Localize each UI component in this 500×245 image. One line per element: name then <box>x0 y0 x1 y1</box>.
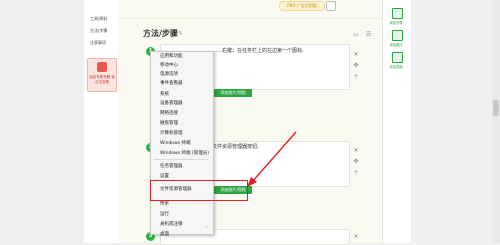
top-bar <box>118 0 382 19</box>
delete-icon[interactable]: ✕ <box>352 50 360 59</box>
highlight-box <box>150 180 248 201</box>
menu-item-mobility[interactable]: 移动中心 <box>160 62 178 68</box>
menu-item-task-manager[interactable]: 任务管理器 <box>160 163 183 169</box>
add-video-label: 添加视频 <box>389 65 403 69</box>
gift-icon <box>97 62 107 72</box>
menu-item-power[interactable]: 电源选项 <box>160 71 178 77</box>
video-icon <box>392 52 403 63</box>
add-image-side-button[interactable]: 添加图片 <box>385 30 407 50</box>
add-step-button[interactable]: 添加步骤 <box>385 8 407 28</box>
add-icon[interactable]: + <box>352 72 360 81</box>
menu-item-settings[interactable]: 设置 <box>160 173 169 179</box>
add-icon[interactable]: + <box>352 168 360 177</box>
scrollbar-thumb[interactable] <box>493 100 499 116</box>
menu-item-event-viewer[interactable]: 事件查看器 <box>160 80 183 86</box>
sidebar-link-notes[interactable]: 注意事项 <box>90 40 106 46</box>
add-step-label: 添加步骤 <box>389 21 403 25</box>
move-icon[interactable]: ✥ <box>352 61 360 70</box>
sidebar-link-tools[interactable]: 工具/原料 <box>90 16 107 22</box>
menu-item-computer-mgmt[interactable]: 计算机管理 <box>160 130 183 136</box>
menu-item-disk[interactable]: 磁盘管理 <box>160 120 178 126</box>
menu-item-desktop[interactable]: 桌面 <box>160 231 169 237</box>
move-icon[interactable]: ✥ <box>352 157 360 166</box>
submenu-arrow-icon: › <box>206 224 208 229</box>
image-icon <box>392 30 403 41</box>
menu-item-system[interactable]: 系统 <box>160 91 169 97</box>
window-icon[interactable] <box>326 1 336 11</box>
ad-pill[interactable]: PRO 广告位招租 <box>279 1 325 11</box>
add-image-label: 添加图片 <box>389 43 403 47</box>
delete-icon[interactable]: ✕ <box>352 146 360 155</box>
menu-item-terminal[interactable]: Windows 终端 <box>160 140 191 146</box>
annotation-arrow-icon <box>247 131 297 187</box>
menu-item-terminal-admin[interactable]: Windows 终端 (管理员) <box>160 150 209 156</box>
menu-item-shutdown[interactable]: 关机或注销 <box>160 221 183 227</box>
menu-item-network[interactable]: 网络连接 <box>160 110 178 116</box>
edit-icon[interactable]: ✎ <box>178 30 183 37</box>
menu-item-device-manager[interactable]: 设备管理器 <box>160 100 183 106</box>
menu-item-apps[interactable]: 应用和功能 <box>160 53 183 59</box>
add-video-button[interactable]: 添加视频 <box>385 52 407 72</box>
step-icon <box>392 8 403 19</box>
add-image-button[interactable]: 添加图片/视频 <box>214 89 252 97</box>
left-sidebar: 工具/原料 方法/步骤 注意事项 <box>84 0 119 243</box>
menu-item-run[interactable]: 运行 <box>160 211 169 217</box>
page-scrollbar[interactable] <box>492 0 500 243</box>
menu-separator <box>154 159 208 160</box>
section-title: 方法/步骤 <box>143 29 178 38</box>
promo-badge[interactable]: 百经专属专题 请点击查看 <box>87 58 117 92</box>
list-icon[interactable]: ▭ <box>353 31 361 39</box>
promo-badge-text: 百经专属专题 请点击查看 <box>89 75 115 84</box>
sidebar-link-steps[interactable]: 方法/步骤 <box>90 28 107 34</box>
menu-icon[interactable]: ☰ <box>366 31 376 39</box>
delete-icon[interactable]: ✕ <box>352 232 360 241</box>
step-text: ……右键；在任务栏上的左边第一个图标: <box>212 48 304 54</box>
